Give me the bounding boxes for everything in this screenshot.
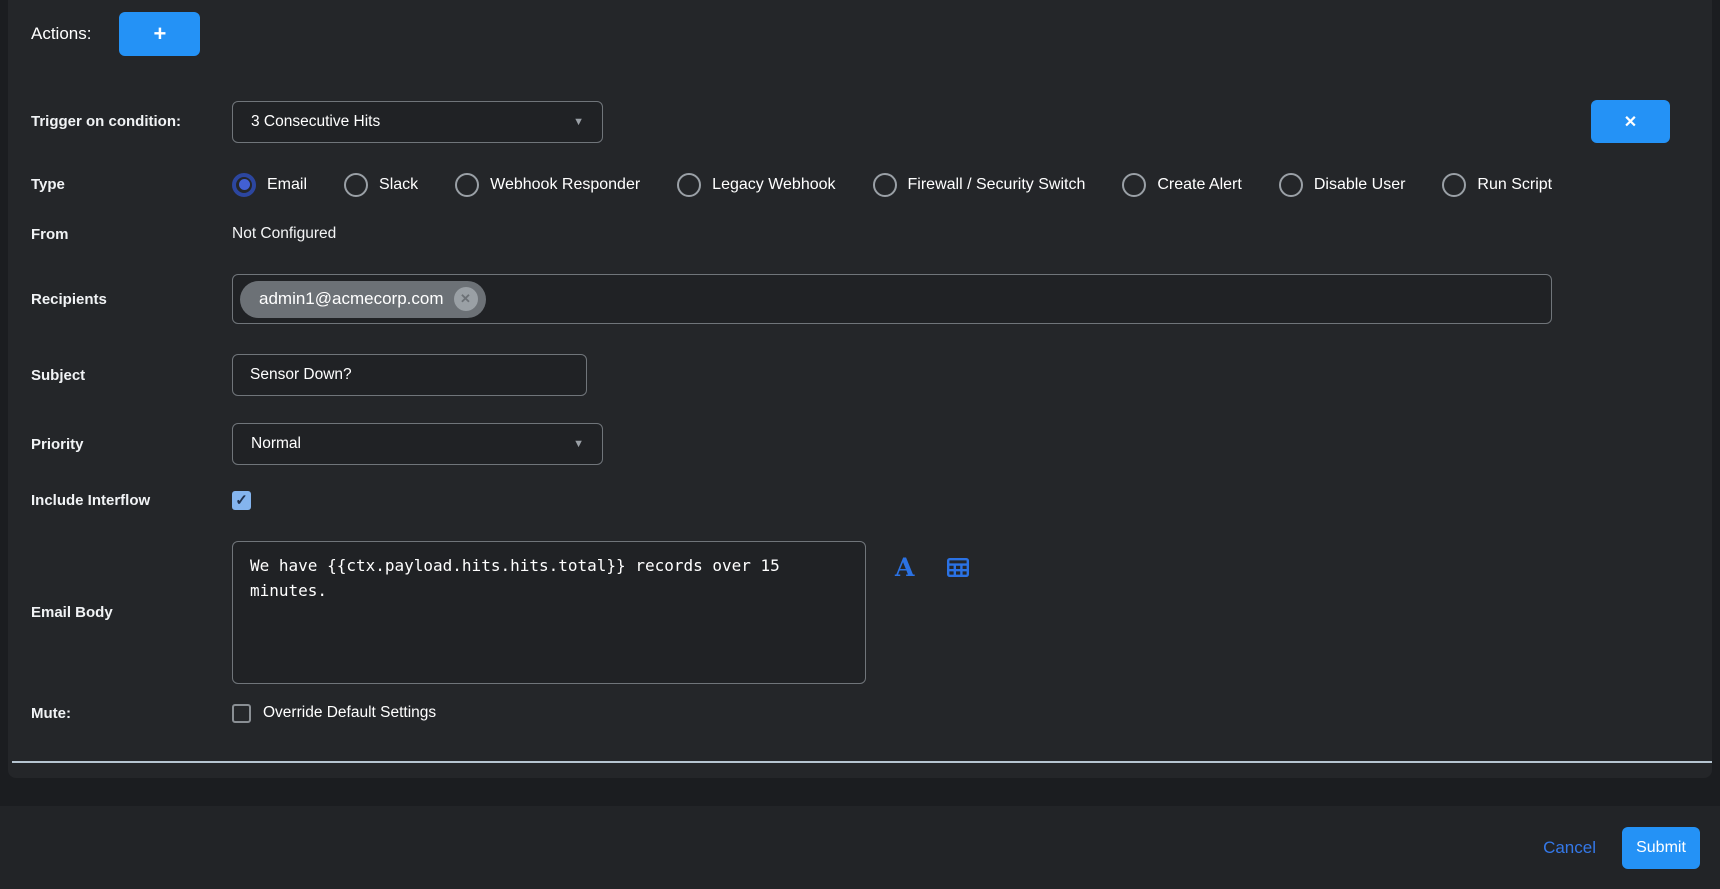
radio-email[interactable]: Email: [232, 173, 307, 197]
include-interflow-row: Include Interflow ✓: [8, 490, 1712, 510]
include-interflow-checkbox[interactable]: ✓: [232, 491, 251, 510]
plus-icon: +: [154, 21, 167, 47]
from-value: Not Configured: [232, 225, 336, 243]
include-interflow-label: Include Interflow: [31, 492, 232, 509]
subject-label: Subject: [31, 367, 232, 384]
caret-down-icon: ▼: [573, 116, 584, 128]
from-label: From: [31, 226, 232, 243]
tag-remove-icon[interactable]: ✕: [454, 287, 478, 311]
footer-bar: Cancel Submit: [0, 806, 1720, 889]
font-color-icon[interactable]: A: [895, 555, 914, 580]
mute-row: Mute: Override Default Settings: [8, 702, 1712, 724]
email-body-toolbar: A: [895, 555, 969, 580]
subject-row: Subject: [8, 354, 1712, 396]
remove-action-button[interactable]: ✕: [1591, 100, 1670, 143]
priority-label: Priority: [31, 436, 232, 453]
trigger-condition-select[interactable]: 3 Consecutive Hits ▼: [232, 101, 603, 143]
mute-checkbox-label: Override Default Settings: [263, 704, 436, 722]
actions-label: Actions:: [31, 24, 91, 44]
radio-slack[interactable]: Slack: [344, 173, 418, 197]
radio-webhook-responder[interactable]: Webhook Responder: [455, 173, 640, 197]
action-type-radio-group: Email Slack Webhook Responder Legacy Web…: [232, 173, 1552, 197]
trigger-condition-label: Trigger on condition:: [31, 113, 232, 130]
cancel-button[interactable]: Cancel: [1543, 838, 1596, 858]
section-divider: [12, 761, 1712, 763]
radio-legacy-webhook[interactable]: Legacy Webhook: [677, 173, 835, 197]
trigger-condition-value: 3 Consecutive Hits: [251, 113, 380, 131]
close-icon: ✕: [1624, 112, 1637, 132]
recipients-label: Recipients: [31, 291, 232, 308]
priority-row: Priority Normal ▼: [8, 423, 1712, 465]
mute-checkbox[interactable]: [232, 704, 251, 723]
type-label: Type: [31, 176, 232, 193]
subject-input[interactable]: [232, 354, 587, 396]
radio-circle-icon: [677, 173, 701, 197]
radio-run-script[interactable]: Run Script: [1442, 173, 1552, 197]
email-body-label: Email Body: [31, 604, 232, 621]
mute-label: Mute:: [31, 705, 232, 722]
add-action-button[interactable]: +: [119, 12, 200, 56]
action-type-row: Type Email Slack Webhook Responder Legac…: [8, 171, 1712, 198]
radio-firewall-security-switch[interactable]: Firewall / Security Switch: [873, 173, 1086, 197]
from-row: From Not Configured: [8, 224, 1712, 244]
radio-circle-icon: [873, 173, 897, 197]
recipients-input[interactable]: admin1@acmecorp.com ✕: [232, 274, 1552, 324]
action-config-panel: Actions: + Trigger on condition: 3 Conse…: [8, 0, 1712, 778]
radio-disable-user[interactable]: Disable User: [1279, 173, 1406, 197]
email-body-textarea[interactable]: We have {{ctx.payload.hits.hits.total}} …: [232, 541, 866, 684]
recipients-row: Recipients admin1@acmecorp.com ✕: [8, 274, 1712, 324]
table-icon[interactable]: [947, 558, 969, 577]
radio-circle-icon: [1442, 173, 1466, 197]
actions-header-row: Actions: +: [8, 12, 1712, 56]
radio-circle-icon: [232, 173, 256, 197]
footer-gap: [0, 778, 1720, 806]
priority-value: Normal: [251, 435, 301, 453]
radio-circle-icon: [1122, 173, 1146, 197]
recipient-tag: admin1@acmecorp.com ✕: [240, 281, 486, 318]
trigger-condition-row: Trigger on condition: 3 Consecutive Hits…: [8, 100, 1712, 143]
recipient-tag-text: admin1@acmecorp.com: [259, 289, 444, 309]
radio-circle-icon: [455, 173, 479, 197]
priority-select[interactable]: Normal ▼: [232, 423, 603, 465]
submit-button[interactable]: Submit: [1622, 827, 1700, 869]
caret-down-icon: ▼: [573, 438, 584, 450]
email-body-row: Email Body We have {{ctx.payload.hits.hi…: [8, 541, 1712, 684]
radio-circle-icon: [1279, 173, 1303, 197]
radio-circle-icon: [344, 173, 368, 197]
radio-create-alert[interactable]: Create Alert: [1122, 173, 1241, 197]
